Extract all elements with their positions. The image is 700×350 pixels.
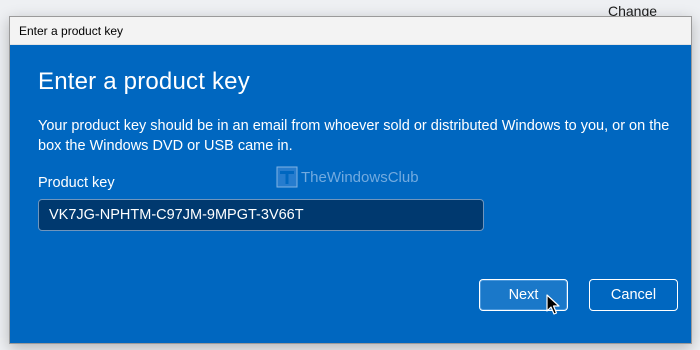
cancel-button[interactable]: Cancel <box>589 279 678 311</box>
dialog-description: Your product key should be in an email f… <box>38 118 670 154</box>
windows-club-logo-icon <box>276 166 298 188</box>
dialog-titlebar[interactable]: Enter a product key <box>10 17 691 45</box>
mouse-pointer-icon <box>546 294 560 315</box>
product-key-input[interactable] <box>38 199 484 231</box>
watermark: TheWindowsClub <box>276 166 419 188</box>
product-key-label: Product key <box>38 175 115 191</box>
product-key-dialog: Enter a product key Enter a product key … <box>9 16 692 344</box>
dialog-heading: Enter a product key <box>38 68 250 95</box>
dialog-window-title: Enter a product key <box>19 24 124 38</box>
watermark-text: TheWindowsClub <box>301 168 419 186</box>
